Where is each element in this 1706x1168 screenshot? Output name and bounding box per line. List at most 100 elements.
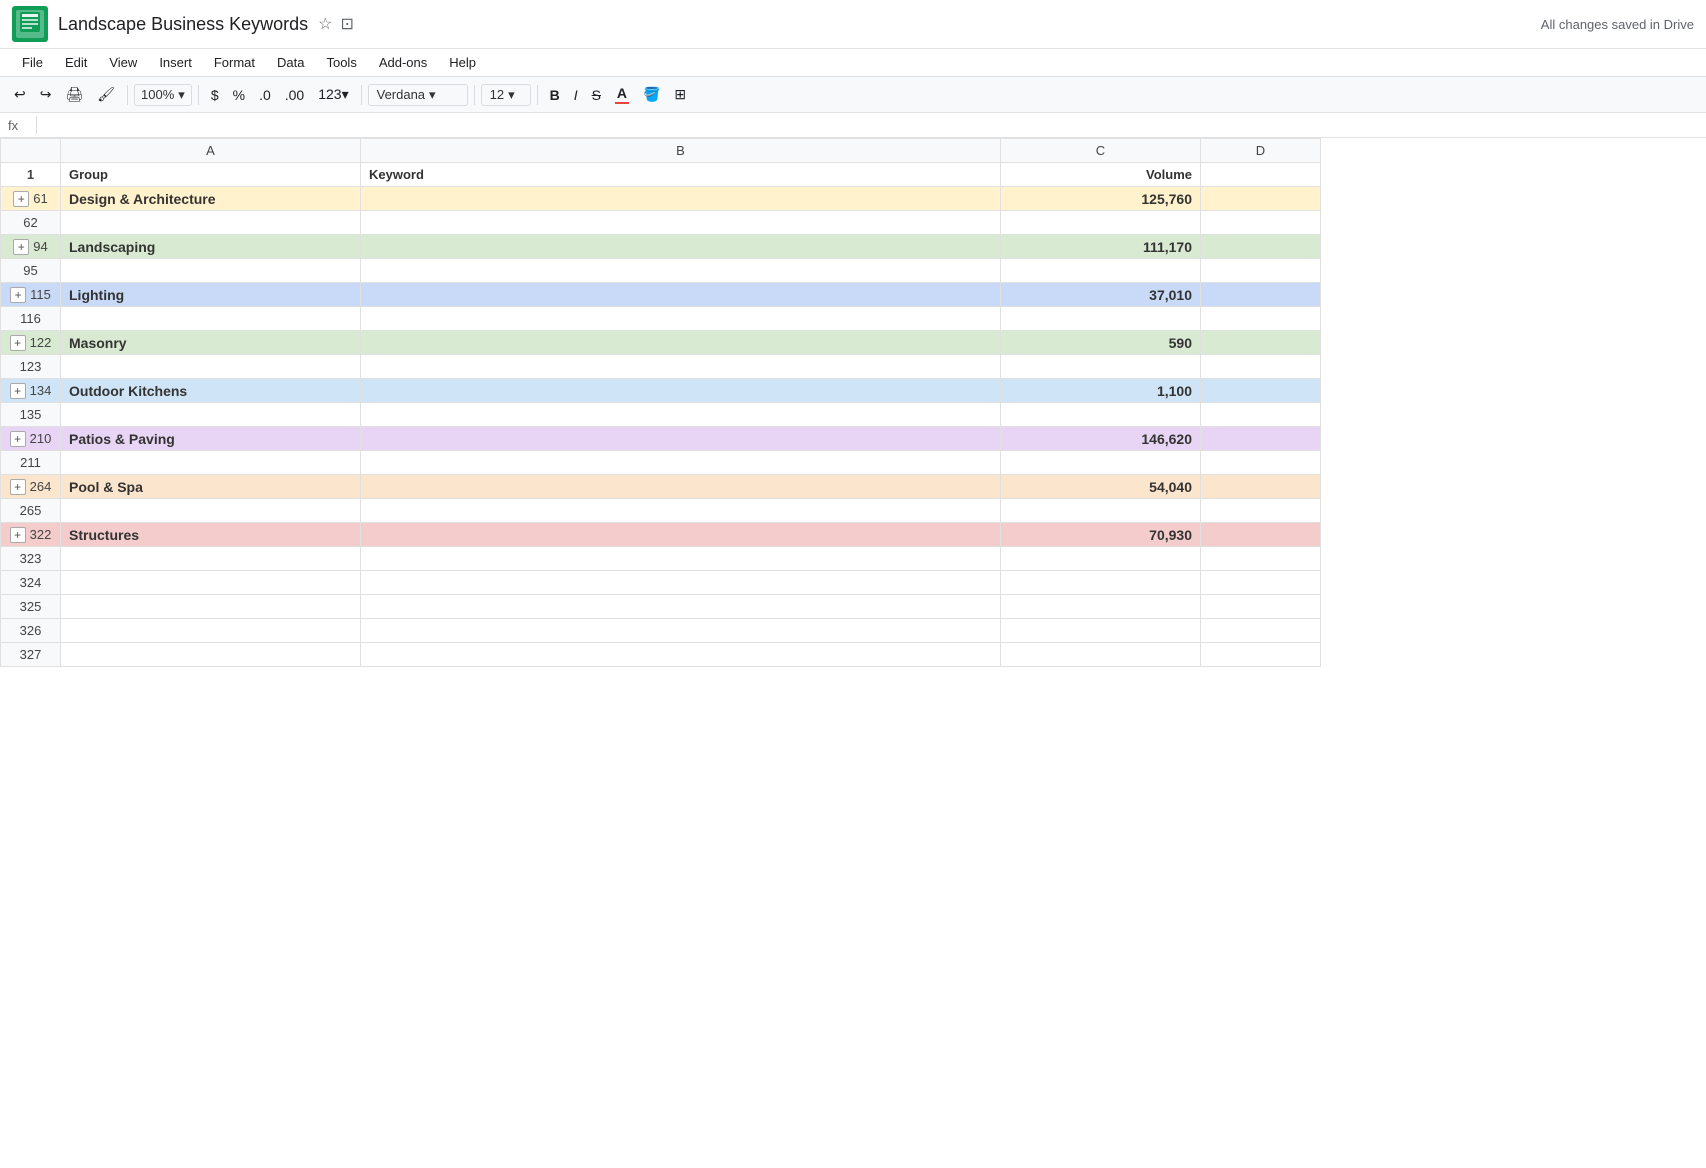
menu-insert[interactable]: Insert	[149, 51, 202, 74]
cell-volume[interactable]	[1001, 451, 1201, 475]
format-number-button[interactable]: 123▾	[312, 82, 354, 107]
decimal-decrease-button[interactable]: .0	[253, 83, 277, 107]
bold-button[interactable]: B	[544, 83, 566, 107]
cell-d[interactable]	[1201, 475, 1321, 499]
cell-d[interactable]	[1201, 595, 1321, 619]
cell-d[interactable]	[1201, 571, 1321, 595]
menu-help[interactable]: Help	[439, 51, 486, 74]
cell-group[interactable]: Pool & Spa	[61, 475, 361, 499]
cell-d[interactable]	[1201, 427, 1321, 451]
cell-group[interactable]	[61, 211, 361, 235]
cell-group[interactable]	[61, 451, 361, 475]
cell-d[interactable]	[1201, 547, 1321, 571]
cell-d[interactable]	[1201, 187, 1321, 211]
cell-keyword[interactable]	[361, 211, 1001, 235]
decimal-increase-button[interactable]: .00	[279, 83, 310, 107]
zoom-selector[interactable]: 100% ▾	[134, 84, 192, 106]
cell-d[interactable]	[1201, 355, 1321, 379]
cell-volume[interactable]	[1001, 595, 1201, 619]
cell-group[interactable]: Structures	[61, 523, 361, 547]
cell-group[interactable]	[61, 355, 361, 379]
cell-volume[interactable]: 1,100	[1001, 379, 1201, 403]
cell-keyword[interactable]	[361, 571, 1001, 595]
menu-view[interactable]: View	[99, 51, 147, 74]
strikethrough-button[interactable]: S	[586, 83, 607, 107]
cell-keyword[interactable]	[361, 619, 1001, 643]
font-family-selector[interactable]: Verdana ▾	[368, 84, 468, 106]
cell-keyword[interactable]	[361, 595, 1001, 619]
redo-button[interactable]: ↪	[34, 82, 58, 107]
cell-volume[interactable]	[1001, 355, 1201, 379]
cell-volume[interactable]	[1001, 547, 1201, 571]
cell-volume[interactable]: 70,930	[1001, 523, 1201, 547]
cell-keyword[interactable]	[361, 187, 1001, 211]
cell-keyword[interactable]	[361, 403, 1001, 427]
cell-group[interactable]: Outdoor Kitchens	[61, 379, 361, 403]
cell-keyword[interactable]	[361, 331, 1001, 355]
cell-group[interactable]: Landscaping	[61, 235, 361, 259]
font-size-selector[interactable]: 12 ▾	[481, 84, 531, 106]
menu-format[interactable]: Format	[204, 51, 265, 74]
formula-input[interactable]	[45, 118, 1698, 133]
cell-volume[interactable]	[1001, 403, 1201, 427]
col-header-d[interactable]: D	[1201, 139, 1321, 163]
cell-group[interactable]	[61, 307, 361, 331]
cell-volume[interactable]: 590	[1001, 331, 1201, 355]
cell-d[interactable]	[1201, 403, 1321, 427]
expand-button[interactable]: +	[10, 335, 26, 351]
cell-d[interactable]	[1201, 379, 1321, 403]
cell-keyword[interactable]	[361, 307, 1001, 331]
cell-d[interactable]	[1201, 451, 1321, 475]
cell-volume[interactable]	[1001, 259, 1201, 283]
cell-d[interactable]	[1201, 283, 1321, 307]
cell-keyword[interactable]	[361, 283, 1001, 307]
cell-volume[interactable]: 111,170	[1001, 235, 1201, 259]
cell-volume[interactable]	[1001, 211, 1201, 235]
cell-group[interactable]	[61, 547, 361, 571]
cell-volume[interactable]	[1001, 307, 1201, 331]
cell-keyword[interactable]	[361, 499, 1001, 523]
font-color-button[interactable]: A	[609, 81, 635, 108]
cell-keyword[interactable]	[361, 523, 1001, 547]
col-header-c[interactable]: C	[1001, 139, 1201, 163]
cell-volume[interactable]: 37,010	[1001, 283, 1201, 307]
expand-button[interactable]: +	[13, 191, 29, 207]
star-icon[interactable]: ☆	[318, 14, 332, 34]
cell-keyword[interactable]	[361, 235, 1001, 259]
cell-c1[interactable]: Volume	[1001, 163, 1201, 187]
cell-d[interactable]	[1201, 211, 1321, 235]
cell-volume[interactable]: 125,760	[1001, 187, 1201, 211]
expand-button[interactable]: +	[10, 383, 26, 399]
cell-volume[interactable]	[1001, 643, 1201, 667]
menu-file[interactable]: File	[12, 51, 53, 74]
cell-group[interactable]	[61, 571, 361, 595]
menu-addons[interactable]: Add-ons	[369, 51, 437, 74]
menu-tools[interactable]: Tools	[316, 51, 366, 74]
cell-keyword[interactable]	[361, 259, 1001, 283]
cell-group[interactable]: Masonry	[61, 331, 361, 355]
print-button[interactable]: 🖨	[59, 82, 89, 107]
cell-d[interactable]	[1201, 643, 1321, 667]
cell-d[interactable]	[1201, 499, 1321, 523]
cell-keyword[interactable]	[361, 427, 1001, 451]
cell-keyword[interactable]	[361, 379, 1001, 403]
cell-d[interactable]	[1201, 523, 1321, 547]
expand-button[interactable]: +	[10, 287, 26, 303]
cell-d[interactable]	[1201, 235, 1321, 259]
col-header-a[interactable]: A	[61, 139, 361, 163]
col-header-b[interactable]: B	[361, 139, 1001, 163]
cell-group[interactable]	[61, 259, 361, 283]
cell-keyword[interactable]	[361, 451, 1001, 475]
italic-button[interactable]: I	[568, 83, 584, 107]
paint-format-button[interactable]: 🖌	[91, 82, 121, 107]
cell-group[interactable]: Design & Architecture	[61, 187, 361, 211]
cell-group[interactable]	[61, 619, 361, 643]
cell-keyword[interactable]	[361, 643, 1001, 667]
cell-volume[interactable]	[1001, 619, 1201, 643]
cell-group[interactable]	[61, 403, 361, 427]
cell-volume[interactable]: 54,040	[1001, 475, 1201, 499]
cell-keyword[interactable]	[361, 355, 1001, 379]
folder-icon[interactable]: ⊡	[341, 14, 354, 34]
cell-d1[interactable]	[1201, 163, 1321, 187]
cell-volume[interactable]	[1001, 499, 1201, 523]
